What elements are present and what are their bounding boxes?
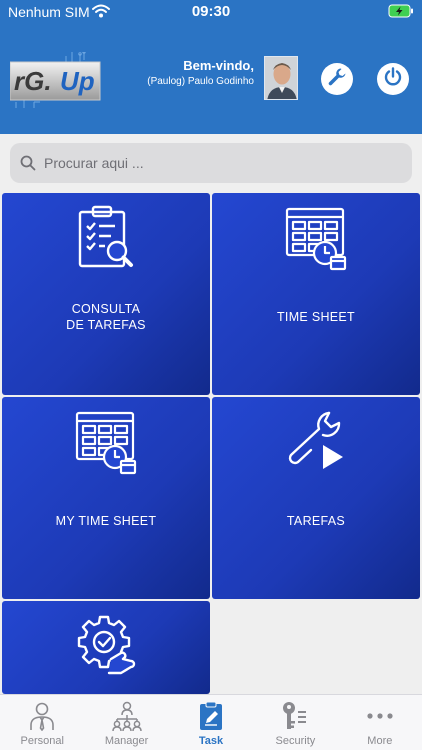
- calendar-grid-clock-icon: [2, 409, 210, 475]
- tile-label-line2: DE TAREFAS: [66, 318, 146, 332]
- tab-security[interactable]: Security: [253, 695, 337, 750]
- keys-icon: [279, 700, 311, 732]
- tile-my-time-sheet[interactable]: MY TIME SHEET: [2, 397, 210, 599]
- tab-task[interactable]: Task: [169, 695, 253, 750]
- tab-label: Task: [198, 735, 224, 747]
- tile-label: TAREFAS: [286, 514, 346, 528]
- tab-label: More: [367, 735, 393, 747]
- tile-process-settings[interactable]: [2, 601, 210, 694]
- rg-up-logo: rG. Up: [9, 50, 102, 108]
- wrench-play-icon: [212, 409, 420, 475]
- tile-label: TIME SHEET: [276, 310, 355, 324]
- tile-time-sheet[interactable]: TIME SHEET: [212, 193, 420, 395]
- welcome-title: Bem-vindo,: [183, 58, 254, 73]
- tile-label: CONSULTA DE TAREFAS: [2, 301, 210, 333]
- tab-personal[interactable]: Personal: [0, 695, 84, 750]
- wrench-icon: [327, 67, 347, 92]
- search-bar[interactable]: [10, 143, 412, 183]
- tab-label: Manager: [104, 735, 149, 747]
- tile-consulta-de-tarefas[interactable]: CONSULTA DE TAREFAS: [2, 193, 210, 395]
- svg-text:rG.: rG.: [14, 66, 52, 96]
- tab-manager[interactable]: Manager: [84, 695, 168, 750]
- svg-text:Up: Up: [60, 66, 95, 96]
- app-header: Nenhum SIM 09:30 rG. Up Bem-vindo, (Paul…: [0, 0, 422, 134]
- welcome-block: Bem-vindo, (Paulog) Paulo Godinho: [147, 58, 254, 87]
- clipboard-search-icon: [2, 205, 210, 271]
- ellipsis-icon: [364, 700, 396, 732]
- calendar-grid-clock-icon: [212, 205, 420, 271]
- task-edit-icon: [195, 700, 227, 732]
- tile-label: MY TIME SHEET: [55, 514, 157, 528]
- status-time: 09:30: [191, 3, 231, 20]
- person-tie-icon: [26, 700, 58, 732]
- tile-tarefas[interactable]: TAREFAS: [212, 397, 420, 599]
- tab-more[interactable]: More: [338, 695, 422, 750]
- gear-check-hand-icon: [2, 613, 210, 679]
- settings-wrench-button[interactable]: [321, 63, 353, 95]
- search-bar-container: [0, 134, 422, 190]
- search-input[interactable]: [44, 155, 384, 171]
- user-avatar[interactable]: [264, 56, 298, 100]
- search-icon: [20, 155, 36, 171]
- power-icon: [383, 66, 403, 92]
- tab-label: Security: [275, 735, 316, 747]
- tile-label-line1: CONSULTA: [71, 302, 141, 316]
- welcome-user-name: (Paulog) Paulo Godinho: [147, 76, 254, 87]
- org-chart-icon: [111, 700, 143, 732]
- logout-power-button[interactable]: [377, 63, 409, 95]
- bottom-tab-bar: Personal Manager Task Security More: [0, 694, 422, 750]
- app-screen: Nenhum SIM 09:30 rG. Up Bem-vindo, (Paul…: [0, 0, 422, 750]
- tab-label: Personal: [20, 735, 64, 747]
- status-bar: Nenhum SIM 09:30: [0, 0, 422, 24]
- battery-charging-icon: [388, 4, 414, 23]
